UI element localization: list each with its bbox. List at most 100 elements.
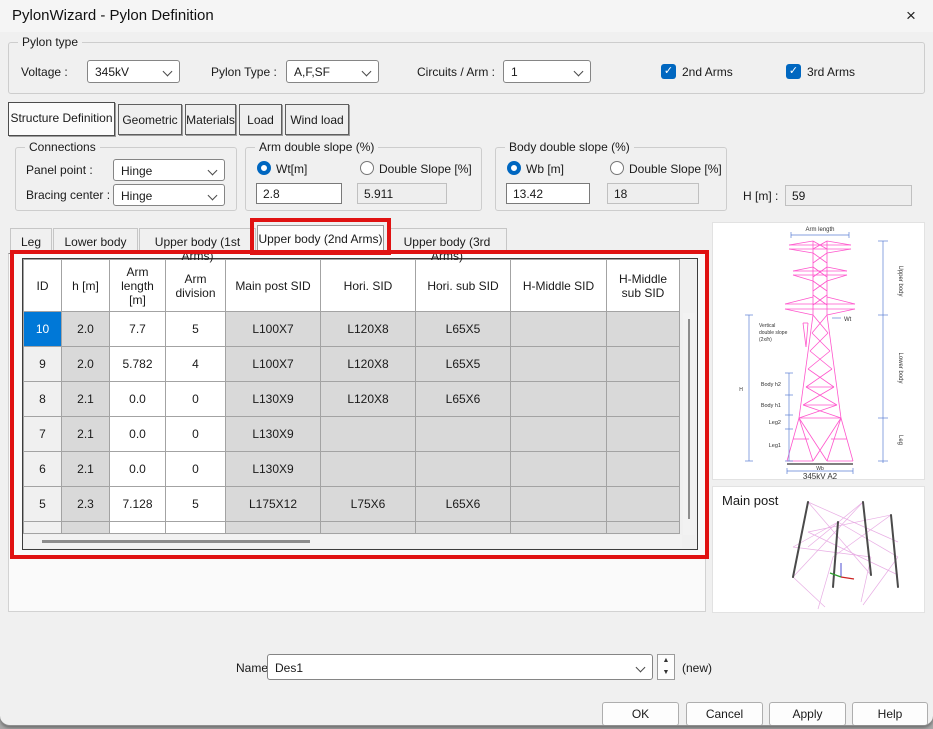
circuits-select[interactable]: 1 [503,60,591,83]
third-arms-checkbox[interactable]: ✓ [786,64,801,79]
col-header-h-middle-sub-sid[interactable]: H-Middle sub SID [607,260,680,312]
cell-id-selected[interactable]: 10 [24,312,62,347]
cell[interactable] [607,417,680,452]
tab-wind-load[interactable]: Wind load [285,104,349,135]
cell[interactable] [416,417,511,452]
cell[interactable]: 2.1 [62,382,110,417]
body-double-slope-radio[interactable] [610,161,624,175]
cell-id[interactable]: 6 [24,452,62,487]
cell[interactable]: 2.1 [62,452,110,487]
cell[interactable]: 0.0 [110,452,166,487]
cell[interactable]: 0.0 [110,382,166,417]
tab-structure-definition[interactable]: Structure Definition [8,102,115,136]
cell[interactable] [110,522,166,534]
panel-point-select[interactable]: Hinge [113,159,225,181]
cell[interactable] [62,522,110,534]
col-header-arm-length[interactable]: Arm length [m] [110,260,166,312]
col-header-h-middle-sid[interactable]: H-Middle SID [511,260,607,312]
pylon-type-select[interactable]: A,F,SF [286,60,379,83]
cell[interactable] [511,382,607,417]
tab-load[interactable]: Load [239,104,282,135]
cell[interactable]: L65X6 [416,382,511,417]
cell[interactable]: L120X8 [321,382,416,417]
wt-input[interactable]: 2.8 [256,183,342,204]
cell[interactable]: L65X6 [416,487,511,522]
cell[interactable] [321,452,416,487]
cell[interactable]: L120X8 [321,347,416,382]
cell[interactable]: 2.0 [62,347,110,382]
cell[interactable] [511,452,607,487]
cell[interactable]: L130X9 [226,452,321,487]
subtab-leg[interactable]: Leg [10,228,52,253]
col-header-hori-sub-sid[interactable]: Hori. sub SID [416,260,511,312]
col-header-h[interactable]: h [m] [62,260,110,312]
cell[interactable]: 5 [166,312,226,347]
cell[interactable]: 7.7 [110,312,166,347]
cell-id[interactable]: 8 [24,382,62,417]
cell[interactable] [607,347,680,382]
cell[interactable]: 0 [166,382,226,417]
cell[interactable] [511,312,607,347]
cell[interactable] [416,522,511,534]
cancel-button[interactable]: Cancel [686,702,763,726]
cell-id[interactable] [24,522,62,534]
cell[interactable]: 2.3 [62,487,110,522]
cell[interactable] [416,452,511,487]
subtab-lower-body[interactable]: Lower body [53,228,138,253]
cell[interactable]: L100X7 [226,312,321,347]
cell[interactable]: 7.128 [110,487,166,522]
cell[interactable]: L120X8 [321,312,416,347]
cell[interactable] [511,417,607,452]
second-arms-checkbox[interactable]: ✓ [661,64,676,79]
close-icon[interactable]: × [897,3,925,29]
cell[interactable] [321,417,416,452]
col-header-main-post-sid[interactable]: Main post SID [226,260,321,312]
cell[interactable] [511,522,607,534]
cell-id[interactable]: 7 [24,417,62,452]
cell[interactable]: 0.0 [110,417,166,452]
cell[interactable]: L65X5 [416,347,511,382]
cell-id[interactable]: 5 [24,487,62,522]
cell[interactable] [321,522,416,534]
subtab-upper-body-2nd[interactable]: Upper body (2nd Arms) [257,225,384,254]
cell[interactable] [607,312,680,347]
cell[interactable]: L130X9 [226,417,321,452]
help-button[interactable]: Help [852,702,928,726]
cell[interactable]: 5.782 [110,347,166,382]
cell[interactable] [511,347,607,382]
cell[interactable]: L130X9 [226,382,321,417]
cell-id[interactable]: 9 [24,347,62,382]
cell[interactable] [607,452,680,487]
cell[interactable] [226,522,321,534]
tab-materials[interactable]: Materials [185,104,236,135]
cell[interactable] [607,522,680,534]
table-horizontal-scrollbar[interactable] [24,535,682,548]
spinner-down-icon[interactable]: ▼ [658,667,674,679]
cell[interactable] [511,487,607,522]
tab-geometric[interactable]: Geometric [118,104,182,135]
cell[interactable]: L65X5 [416,312,511,347]
subtab-upper-body-1st[interactable]: Upper body (1st Arms) [139,228,256,253]
cell[interactable]: 2.0 [62,312,110,347]
cell[interactable]: 2.1 [62,417,110,452]
cell[interactable] [607,487,680,522]
wt-radio[interactable] [257,161,271,175]
cell[interactable]: 0 [166,417,226,452]
name-combo[interactable]: Des1 [267,654,653,680]
hscroll-thumb[interactable] [42,540,310,543]
cell[interactable]: L100X7 [226,347,321,382]
table-vertical-scrollbar[interactable] [683,313,695,535]
cell[interactable] [166,522,226,534]
vscroll-thumb[interactable] [688,319,690,519]
voltage-select[interactable]: 345kV [87,60,180,83]
spinner-up-icon[interactable]: ▲ [658,655,674,667]
cell[interactable]: L175X12 [226,487,321,522]
subtab-upper-body-3rd[interactable]: Upper body (3rd Arms) [387,228,507,253]
wb-radio[interactable] [507,161,521,175]
arm-double-slope-radio[interactable] [360,161,374,175]
cell[interactable] [607,382,680,417]
col-header-id[interactable]: ID [24,260,62,312]
col-header-hori-sid[interactable]: Hori. SID [321,260,416,312]
cell[interactable]: 4 [166,347,226,382]
apply-button[interactable]: Apply [769,702,846,726]
